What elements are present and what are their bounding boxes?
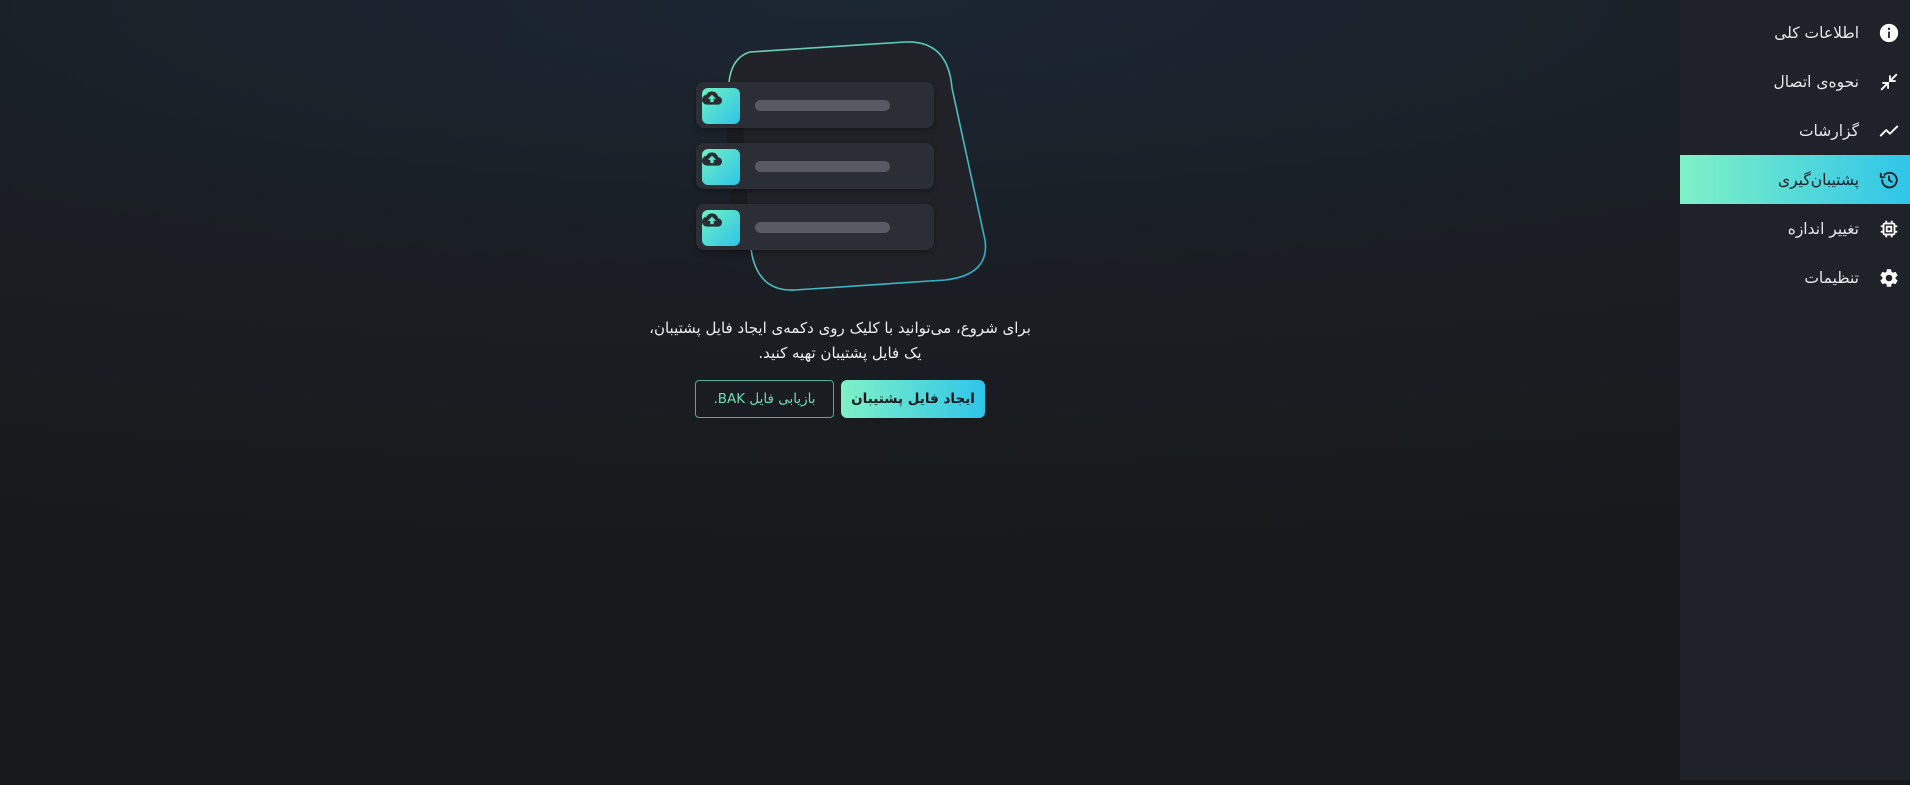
sidebar: اطلاعات کلی نحوه‌ی اتصال گزارشات پشتیبان… bbox=[1680, 0, 1910, 780]
sidebar-item-label: اطلاعات کلی bbox=[1774, 23, 1859, 42]
cloud-upload-icon bbox=[702, 88, 740, 124]
sidebar-item-settings[interactable]: تنظیمات bbox=[1680, 253, 1910, 302]
sidebar-item-backup[interactable]: پشتیبان‌گیری bbox=[1680, 155, 1910, 204]
placeholder-bar bbox=[755, 100, 890, 111]
sidebar-item-resize[interactable]: تغییر اندازه bbox=[1680, 204, 1910, 253]
cloud-upload-icon bbox=[702, 149, 740, 185]
sidebar-item-label: نحوه‌ی اتصال bbox=[1773, 72, 1859, 91]
history-clock-icon bbox=[1877, 168, 1901, 192]
create-backup-button[interactable]: ایجاد فایل پشتیبان bbox=[841, 380, 985, 418]
gear-icon bbox=[1877, 266, 1901, 290]
sidebar-item-reports[interactable]: گزارشات bbox=[1680, 106, 1910, 155]
sidebar-item-label: تغییر اندازه bbox=[1787, 219, 1859, 238]
trend-line-icon bbox=[1877, 119, 1901, 143]
sidebar-item-overview[interactable]: اطلاعات کلی bbox=[1680, 8, 1910, 57]
placeholder-bar bbox=[755, 222, 890, 233]
sidebar-item-label: تنظیمات bbox=[1804, 268, 1859, 287]
info-icon bbox=[1877, 21, 1901, 45]
backup-row bbox=[696, 82, 934, 128]
sidebar-item-connection[interactable]: نحوه‌ی اتصال bbox=[1680, 57, 1910, 106]
cloud-upload-icon bbox=[702, 210, 740, 246]
sidebar-item-label: پشتیبان‌گیری bbox=[1777, 170, 1859, 189]
empty-state-message: برای شروع، می‌توانید با کلیک روی دکمه‌ی … bbox=[600, 316, 1080, 366]
app-root: برای شروع، می‌توانید با کلیک روی دکمه‌ی … bbox=[0, 0, 1910, 785]
backup-row bbox=[696, 204, 934, 250]
backup-row bbox=[696, 143, 934, 189]
backup-illustration bbox=[690, 40, 990, 295]
sidebar-item-label: گزارشات bbox=[1798, 121, 1859, 140]
chip-icon bbox=[1877, 217, 1901, 241]
compress-arrows-icon bbox=[1877, 70, 1901, 94]
empty-message-line1: برای شروع، می‌توانید با کلیک روی دکمه‌ی … bbox=[649, 319, 1031, 337]
empty-message-line2: یک فایل پشتیبان تهیه کنید. bbox=[758, 344, 922, 362]
placeholder-bar bbox=[755, 161, 890, 172]
restore-bak-button[interactable]: بازیابی فایل BAK. bbox=[695, 380, 834, 418]
